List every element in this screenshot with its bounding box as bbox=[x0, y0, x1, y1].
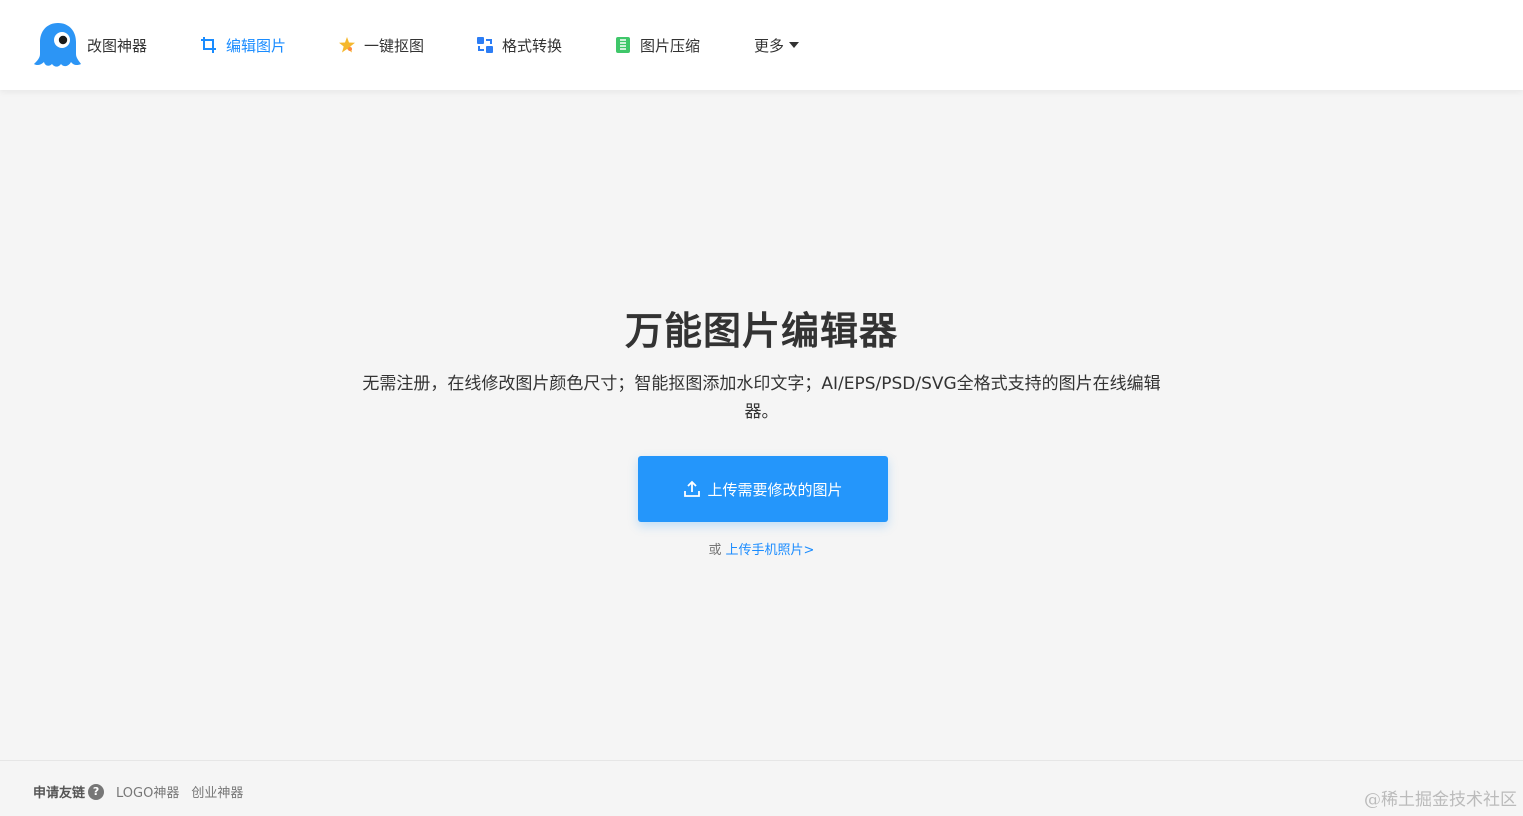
footer-link-logo[interactable]: LOGO神器 bbox=[116, 782, 179, 801]
brand[interactable]: 改图神器 bbox=[33, 20, 147, 70]
nav-edit-image[interactable]: 编辑图片 bbox=[200, 33, 286, 57]
star-magic-icon bbox=[339, 37, 355, 53]
upload-button-label: 上传需要修改的图片 bbox=[707, 480, 843, 499]
footer-links: 申请友链 ? LOGO神器 创业神器 bbox=[33, 782, 255, 801]
top-navbar: 改图神器 编辑图片 一键抠图 格式转换 图片压缩 更多 bbox=[0, 0, 1523, 90]
help-icon[interactable]: ? bbox=[88, 783, 105, 800]
footer: 申请友链 ? LOGO神器 创业神器 bbox=[0, 760, 1523, 816]
nav-compress[interactable]: 图片压缩 bbox=[614, 33, 700, 57]
friend-link-apply[interactable]: 申请友链 bbox=[33, 782, 85, 801]
brand-name: 改图神器 bbox=[87, 36, 148, 55]
nav-more-dropdown[interactable]: 更多 bbox=[754, 33, 800, 57]
alt-upload-prefix: 或 bbox=[708, 543, 722, 558]
nav-label: 一键抠图 bbox=[364, 36, 425, 55]
ghost-mascot-logo-icon bbox=[34, 23, 81, 67]
convert-icon bbox=[477, 37, 493, 53]
upload-phone-photo-link[interactable]: 上传手机照片> bbox=[726, 543, 815, 558]
nav-format-convert[interactable]: 格式转换 bbox=[476, 33, 562, 57]
alt-upload-line: 或上传手机照片> bbox=[0, 539, 1523, 558]
caret-down-icon bbox=[789, 42, 800, 48]
nav-more-label: 更多 bbox=[754, 36, 785, 55]
nav-label: 图片压缩 bbox=[640, 36, 701, 55]
watermark: @稀土掘金技术社区 bbox=[1364, 790, 1517, 810]
footer-link-startup[interactable]: 创业神器 bbox=[191, 782, 243, 801]
nav-cutout[interactable]: 一键抠图 bbox=[338, 33, 424, 57]
compress-icon bbox=[616, 37, 630, 53]
upload-image-button[interactable]: 上传需要修改的图片 bbox=[638, 456, 888, 522]
page-description: 无需注册，在线修改图片颜色尺寸；智能抠图添加水印文字；AI/EPS/PSD/SV… bbox=[362, 374, 1161, 422]
page-title: 万能图片编辑器 bbox=[624, 309, 898, 353]
nav-label: 编辑图片 bbox=[226, 36, 287, 55]
upload-icon bbox=[684, 480, 701, 497]
crop-icon bbox=[201, 37, 216, 53]
nav-label: 格式转换 bbox=[502, 36, 563, 55]
